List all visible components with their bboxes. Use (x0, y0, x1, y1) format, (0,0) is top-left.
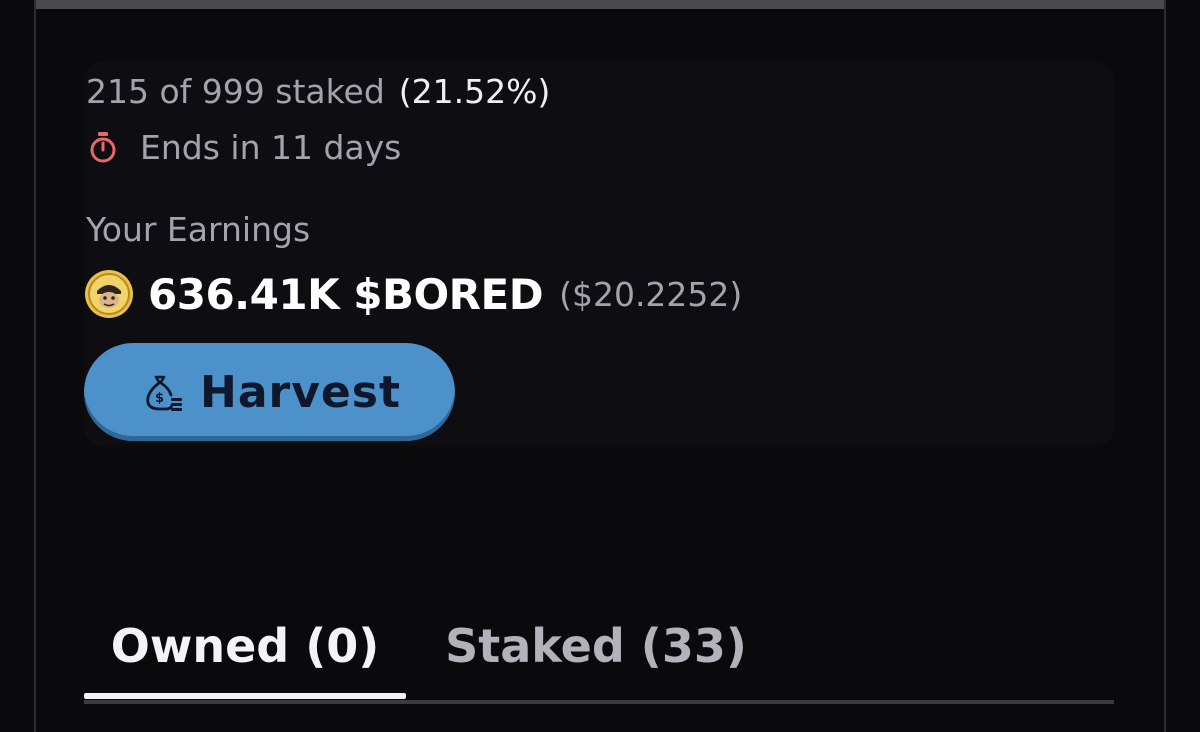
earnings-amount: 636.41K $BORED (148, 269, 544, 319)
nft-tabs: Owned (0) Staked (33) (84, 592, 1114, 704)
pool-end-time: Ends in 11 days (86, 124, 401, 170)
earnings-row: 636.41K $BORED ($20.2252) (84, 266, 742, 322)
your-earnings-label: Your Earnings (86, 209, 311, 249)
svg-text:$: $ (155, 391, 164, 406)
tab-staked[interactable]: Staked (33) (436, 592, 756, 700)
harvest-label: Harvest (200, 366, 401, 418)
tab-track (84, 700, 1114, 704)
active-tab-indicator (84, 693, 406, 699)
ends-in-text: Ends in 11 days (140, 127, 402, 167)
money-bag-icon: $ (138, 367, 188, 417)
earnings-usd-value: ($20.2252) (559, 274, 743, 314)
tab-owned[interactable]: Owned (0) (84, 592, 406, 700)
harvest-button[interactable]: $ Harvest (84, 343, 455, 441)
bored-token-coin-icon (84, 269, 134, 319)
stopwatch-icon (86, 130, 120, 164)
staked-count: 215 of 999 staked (86, 71, 385, 111)
staked-percent: (21.52%) (398, 71, 551, 111)
staked-summary: 215 of 999 staked (21.52%) (86, 68, 550, 114)
